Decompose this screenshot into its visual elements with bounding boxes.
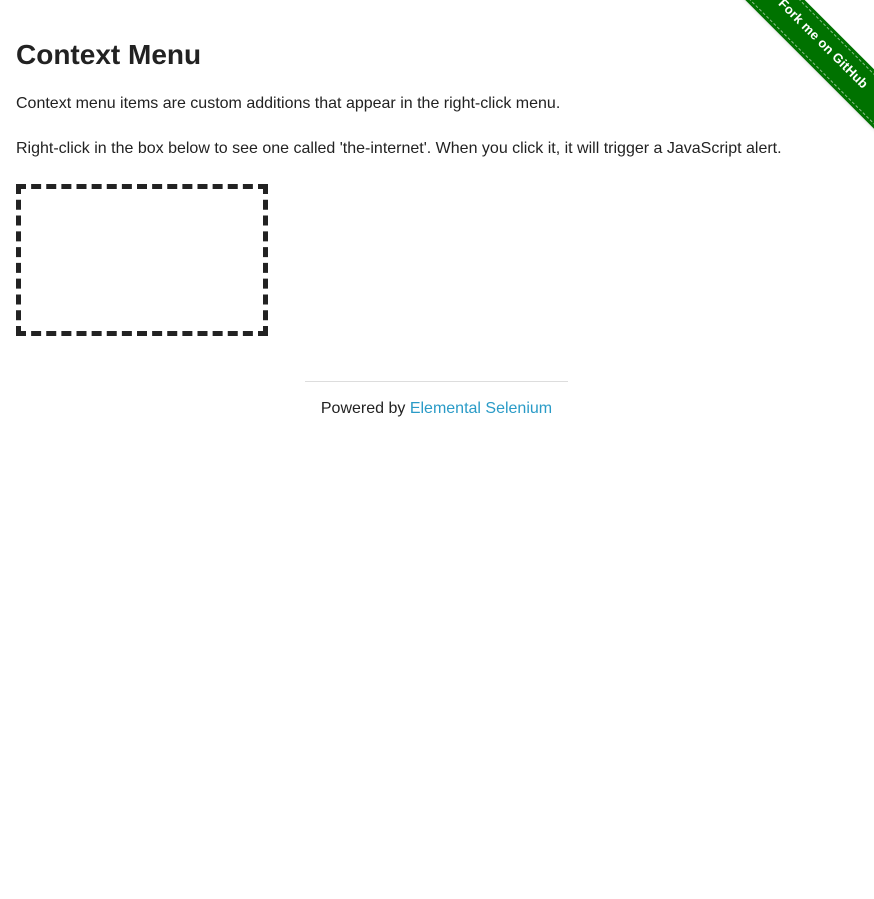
page-footer: Powered by Elemental Selenium bbox=[305, 381, 568, 419]
description-paragraph: Context menu items are custom additions … bbox=[16, 95, 561, 112]
main-content: Context Menu Context menu items are cust… bbox=[16, 0, 858, 336]
page-title: Context Menu bbox=[16, 39, 202, 70]
footer-powered-by-text: Powered by bbox=[320, 400, 410, 417]
instruction-paragraph: Right-click in the box below to see one … bbox=[16, 140, 782, 157]
elemental-selenium-link[interactable]: Elemental Selenium bbox=[410, 400, 552, 417]
context-menu-hot-spot[interactable] bbox=[16, 184, 268, 336]
